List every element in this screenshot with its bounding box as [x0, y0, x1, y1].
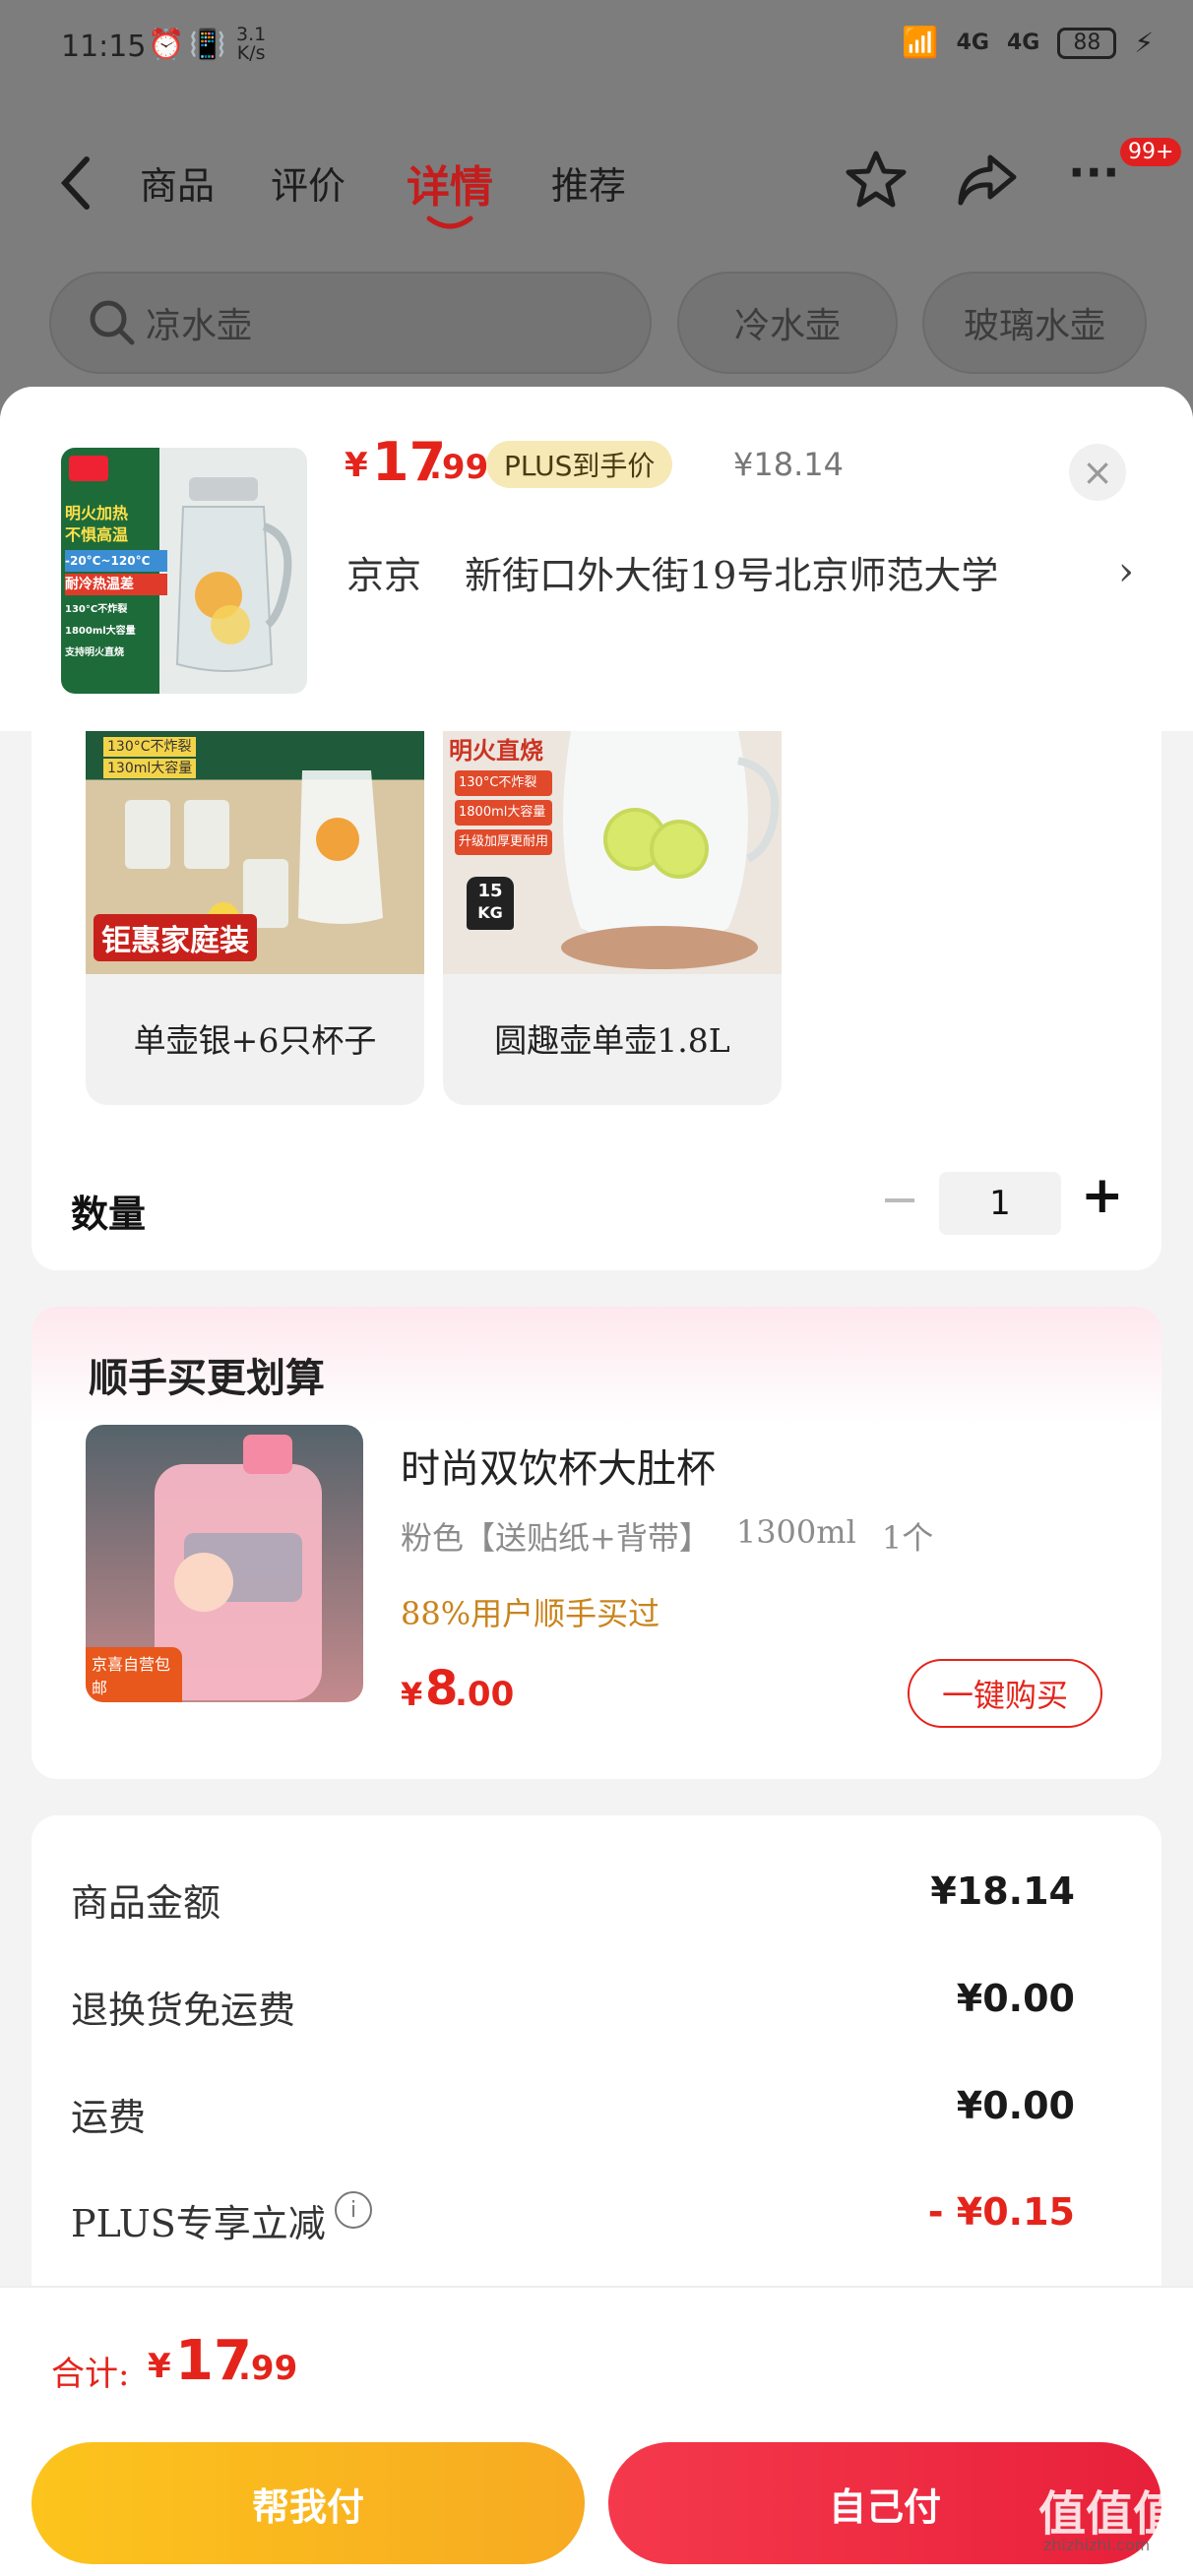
addon-social-proof: 88%用户顺手买过: [401, 1595, 660, 1632]
spec-option-1-label: 单壶银+6只杯子: [133, 1021, 377, 1060]
summary-goods-label: 商品金额: [71, 1881, 221, 1925]
tab-reviews[interactable]: 评价: [271, 155, 345, 210]
signal-icon-1: 4G: [956, 31, 989, 55]
summary-plus-discount-value: - ¥0.15: [927, 2190, 1075, 2234]
tab-product[interactable]: 商品: [140, 155, 215, 210]
summary-return-shipping-value: ¥0.00: [956, 1977, 1075, 2020]
weight-badge: 15 KG: [467, 877, 514, 930]
round-kettle-image: [561, 731, 780, 969]
quantity-label: 数量: [71, 1193, 147, 1236]
search-input[interactable]: 凉水壶: [49, 272, 652, 374]
plus-price-tag: PLUS到手价: [486, 441, 673, 488]
spec-option-2-label: 圆趣壶单壶1.8L: [494, 1021, 730, 1060]
price-summary-card: 商品金额 ¥18.14 退换货免运费 ¥0.00 运费 ¥0.00 PLUS专享…: [31, 1815, 1162, 2307]
quantity-input[interactable]: 1: [939, 1172, 1061, 1235]
address-text: 新街口外大街19号北京师范大学: [465, 553, 999, 597]
kettle-image: [175, 477, 292, 672]
addon-product-image[interactable]: 京喜自营包邮: [86, 1425, 363, 1702]
price-decimal: .99: [429, 448, 489, 487]
spec-option-1-image: 130°C不炸裂 130ml大容量 钜惠家庭装: [86, 731, 424, 974]
addon-price-integer: 8: [425, 1661, 459, 1716]
close-icon[interactable]: ×: [1069, 444, 1126, 501]
share-icon[interactable]: [955, 150, 1018, 209]
tab-details[interactable]: 详情: [407, 152, 493, 215]
search-chip-glass-kettle[interactable]: 玻璃水壶: [922, 272, 1147, 374]
alarm-icon: ⏰: [148, 28, 185, 62]
message-badge: 99+: [1120, 138, 1182, 166]
search-icon: [90, 300, 135, 345]
net-speed: 3.1 K/s: [236, 24, 267, 64]
address-selector[interactable]: 京京 新街口外大街19号北京师范大学 ›: [346, 542, 1134, 601]
total-decimal: .99: [238, 2349, 298, 2388]
help-me-pay-button[interactable]: 帮我付: [31, 2442, 585, 2564]
summary-return-shipping-label: 退换货免运费: [71, 1989, 296, 2032]
spec-option-2[interactable]: 明火直烧 130°C不炸裂 1800ml大容量 升级加厚更耐用 15 KG 圆趣…: [443, 731, 782, 1105]
star-icon[interactable]: [845, 148, 908, 211]
spec-option-2-image: 明火直烧 130°C不炸裂 1800ml大容量 升级加厚更耐用 15 KG: [443, 731, 782, 974]
summary-shipping-label: 运费: [71, 2096, 147, 2139]
back-icon[interactable]: [57, 153, 96, 213]
spec-card: 130°C不炸裂 130ml大容量 钜惠家庭装 单壶银+6只杯子 明火直烧 13…: [31, 731, 1162, 1270]
address-recipient: 京京: [346, 553, 422, 597]
nav-bar: 商品 评价 详情 推荐 ··· 99+: [0, 118, 1193, 246]
system-icons: 📶 4G 4G 88 ⚡: [902, 26, 1154, 60]
original-price: ¥18.14: [733, 446, 844, 483]
price-symbol: ¥: [345, 446, 368, 485]
charging-icon: ⚡: [1134, 27, 1154, 59]
spec-option-1[interactable]: 130°C不炸裂 130ml大容量 钜惠家庭装 单壶银+6只杯子: [86, 731, 424, 1105]
watermark-logo: 值值值: [1038, 2486, 1181, 2542]
signal-icon-2: 4G: [1006, 31, 1040, 55]
addon-price-symbol: ¥: [401, 1676, 423, 1713]
search-row: 凉水壶 冷水壶 玻璃水壶: [0, 266, 1193, 384]
quantity-minus-button[interactable]: −: [880, 1172, 919, 1227]
vibrate-icon: 📳: [189, 28, 226, 62]
total-label: 合计:: [51, 2355, 130, 2394]
sheet-header: 明火加热 不惧高温 -20°C~120°C 耐冷热温差 130°C不炸裂 180…: [0, 387, 1193, 731]
summary-shipping-value: ¥0.00: [956, 2084, 1075, 2127]
status-bar: 11:15 ⏰ 📳 3.1 K/s 📶 4G 4G 88 ⚡: [0, 0, 1193, 98]
checkout-footer: 合计: ¥ 17 .99 帮我付 自己付 值值值 zhizhizhi.com: [0, 2286, 1193, 2576]
one-click-buy-button[interactable]: 一键购买: [908, 1659, 1102, 1728]
tab-recommend[interactable]: 推荐: [551, 155, 626, 210]
watermark-url: zhizhizhi.com: [1043, 2536, 1151, 2554]
search-chip-cold-kettle[interactable]: 冷水壶: [677, 272, 898, 374]
quantity-plus-button[interactable]: +: [1081, 1166, 1124, 1225]
addon-spec: 粉色【送贴纸+背带】 1300ml 1个: [401, 1513, 934, 1557]
addon-price-decimal: .00: [455, 1675, 515, 1714]
addon-title: 顺手买更划算: [89, 1356, 325, 1401]
battery-icon: 88: [1057, 27, 1117, 59]
addon-card: 顺手买更划算 京喜自营包邮 时尚双饮杯大肚杯 粉色【送贴纸+背带】 1300ml…: [31, 1307, 1162, 1779]
addon-product-name[interactable]: 时尚双饮杯大肚杯: [401, 1437, 716, 1494]
status-time: 11:15: [61, 30, 147, 64]
summary-goods-value: ¥18.14: [930, 1870, 1075, 1913]
total-symbol: ¥: [148, 2347, 171, 2386]
addon-image-tag: 京喜自营包邮: [86, 1647, 182, 1702]
info-icon[interactable]: i: [335, 2191, 372, 2229]
more-icon[interactable]: ···: [1068, 146, 1119, 199]
product-thumbnail: 明火加热 不惧高温 -20°C~120°C 耐冷热温差 130°C不炸裂 180…: [61, 448, 307, 694]
sku-sheet: 明火加热 不惧高温 -20°C~120°C 耐冷热温差 130°C不炸裂 180…: [0, 387, 1193, 2574]
wifi-icon: 📶: [902, 26, 939, 60]
search-placeholder: 凉水壶: [146, 306, 253, 346]
chevron-right-icon: ›: [1118, 549, 1134, 594]
summary-plus-discount-label: PLUS专享立减: [71, 2202, 326, 2245]
active-tab-indicator: [426, 215, 473, 229]
